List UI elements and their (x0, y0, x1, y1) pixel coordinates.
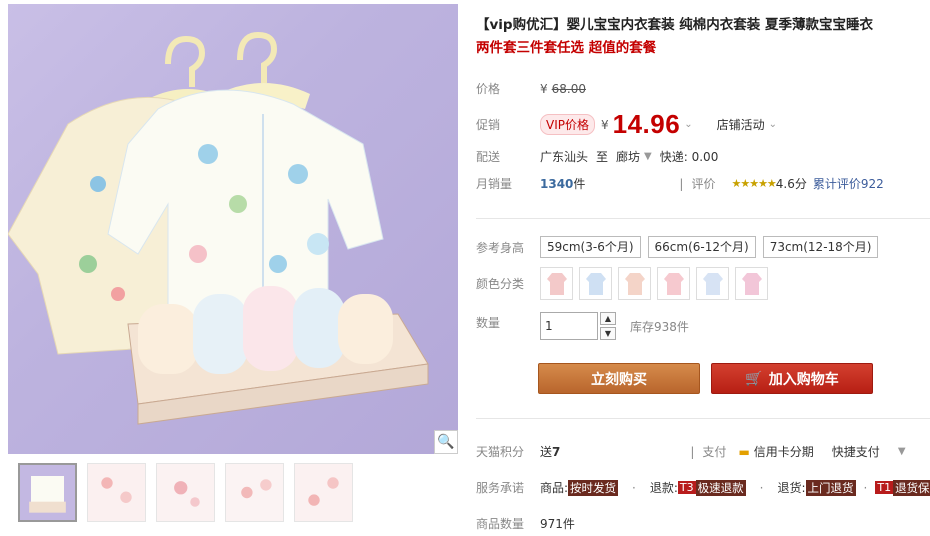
size-label: 参考身高 (476, 240, 525, 255)
sales-unit: 件 (573, 177, 586, 191)
store-activity-link[interactable]: 店铺活动 (717, 116, 765, 133)
dropdown-arrow-icon[interactable]: ▼ (898, 446, 906, 457)
sales-label: 月销量 (476, 177, 513, 191)
price-currency: ¥ (540, 81, 548, 96)
product-info: 【vip购优汇】婴儿宝宝内衣套装 纯棉内衣套装 夏季薄款宝宝睡衣 两件套三件套任… (476, 0, 930, 60)
buy-now-button[interactable]: 立刻购买 (538, 363, 700, 394)
promo-label: 促销 (476, 118, 501, 132)
product-title: 【vip购优汇】婴儿宝宝内衣套装 纯棉内衣套装 夏季薄款宝宝睡衣 (476, 17, 873, 33)
credit-installment[interactable]: 信用卡分期 (754, 443, 814, 460)
quantity-stepper: ▲ ▼ (600, 312, 616, 340)
count-value: 971件 (540, 517, 575, 531)
color-swatch-6[interactable] (735, 267, 768, 300)
monthly-sales-count: 1340 (540, 176, 574, 191)
promo-row: 促销 VIP价格 ¥ 14.96 ⌄ 店铺活动 ⌄ (476, 109, 777, 140)
divider (476, 418, 930, 419)
price-row: 价格 ¥ 68.00 (476, 80, 586, 97)
service-return-tag[interactable]: 上门退货 (805, 479, 856, 496)
zoom-icon[interactable]: 🔍 (434, 430, 458, 454)
count-row: 商品数量 971件 (476, 515, 575, 532)
dot-separator: · (863, 480, 868, 495)
size-option-59[interactable]: 59cm(3-6个月) (540, 236, 641, 258)
dropdown-arrow-icon[interactable]: ▼ (644, 151, 652, 162)
add-to-cart-button[interactable]: 🛒 加入购物车 (711, 363, 873, 394)
service-goods-tag[interactable]: 按时发货 (568, 479, 619, 496)
count-label: 商品数量 (476, 517, 525, 531)
pay-label: 支付 (702, 445, 727, 459)
rating-label: 评价 (691, 177, 716, 191)
delivery-from: 广东汕头 (540, 150, 589, 164)
add-to-cart-label: 加入购物车 (768, 371, 839, 388)
size-row: 参考身高 59cm(3-6个月) 66cm(6-12个月) 73cm(12-18… (476, 236, 885, 258)
delivery-fee: 快递: 0.00 (659, 150, 719, 164)
size-option-73[interactable]: 73cm(12-18个月) (762, 236, 879, 258)
product-page: 🔍 【vip购优汇】婴儿宝宝内衣套装 纯棉内衣套装 夏季薄款宝宝睡衣 两件套三件… (0, 0, 930, 536)
service-goods-prefix: 商品: (540, 481, 569, 495)
rating-score: 4.6分 (775, 177, 807, 191)
thumbnail-2[interactable] (87, 463, 146, 522)
main-product-image[interactable]: 🔍 (8, 4, 458, 454)
stock-text: 库存938件 (630, 319, 689, 334)
points-amount: 7 (552, 444, 561, 459)
size-option-66[interactable]: 66cm(6-12个月) (647, 236, 756, 258)
divider (476, 218, 930, 219)
color-swatch-5[interactable] (696, 267, 729, 300)
quick-pay[interactable]: 快捷支付 (832, 443, 880, 460)
quantity-input[interactable]: 1 (540, 312, 598, 340)
product-subtitle: 两件套三件套任选 超值的套餐 (476, 40, 657, 56)
color-swatch-3[interactable] (618, 267, 651, 300)
delivery-label: 配送 (476, 150, 501, 164)
service-return-prefix: 退货: (777, 481, 806, 495)
color-swatch-1[interactable] (540, 267, 573, 300)
quantity-label: 数量 (476, 316, 501, 330)
promo-price: 14.96 (612, 109, 681, 139)
service-refund-badge: T3 (677, 481, 696, 494)
service-label: 服务承诺 (476, 481, 525, 495)
sales-row: 月销量 1340 件 | 评价 ★★★★★ 4.6分 累计评价922 (476, 175, 884, 192)
rating-stars: ★★★★★ (731, 177, 776, 190)
thumbnail-5[interactable] (294, 463, 353, 522)
service-refund-prefix: 退款: (649, 481, 678, 495)
decrease-icon[interactable]: ▼ (600, 327, 616, 340)
thumbnail-1[interactable] (18, 463, 77, 522)
vip-price-badge: VIP价格 (540, 114, 595, 135)
promo-currency: ¥ (601, 117, 609, 132)
cart-icon: 🛒 (745, 370, 763, 387)
original-price: 68.00 (551, 81, 586, 96)
thumbnail-strip (18, 463, 353, 522)
color-row: 颜色分类 (476, 267, 774, 300)
credit-card-icon: ▬ (738, 444, 750, 459)
delivery-to-word: 至 (596, 150, 609, 164)
color-swatch-2[interactable] (579, 267, 612, 300)
color-swatch-4[interactable] (657, 267, 690, 300)
dot-separator: · (632, 480, 636, 495)
review-count-link[interactable]: 累计评价922 (813, 175, 884, 192)
thumbnail-3[interactable] (156, 463, 215, 522)
price-label: 价格 (476, 82, 501, 96)
chevron-down-icon[interactable]: ⌄ (769, 119, 777, 130)
rating-divider: | (679, 176, 684, 191)
service-row: 服务承诺 商品: 按时发货 · 退款: T3 极速退款 · 退货: 上门退货 ·… (476, 479, 930, 496)
chevron-down-icon[interactable]: ⌄ (684, 119, 692, 130)
thumbnail-4[interactable] (225, 463, 284, 522)
quantity-row: 数量 1 ▲ ▼ 库存938件 (476, 312, 689, 340)
service-guarantee-badge: T1 (875, 481, 894, 494)
points-give: 送 (540, 445, 553, 459)
increase-icon[interactable]: ▲ (600, 312, 616, 325)
points-label: 天猫积分 (476, 445, 525, 459)
dot-separator: · (759, 480, 764, 495)
color-label: 颜色分类 (476, 277, 525, 291)
points-row: 天猫积分 送 7 | 支付 ▬ 信用卡分期 快捷支付 ▼ (476, 443, 906, 460)
pay-divider: | (690, 444, 695, 459)
service-guarantee-tag[interactable]: 退货保障卡 (893, 479, 930, 496)
delivery-destination[interactable]: 廊坊 (616, 148, 640, 165)
delivery-row: 配送 广东汕头 至 廊坊 ▼ 快递: 0.00 (476, 148, 718, 165)
baby-clothes-photo (8, 31, 429, 425)
service-refund-tag[interactable]: 极速退款 (695, 479, 746, 496)
